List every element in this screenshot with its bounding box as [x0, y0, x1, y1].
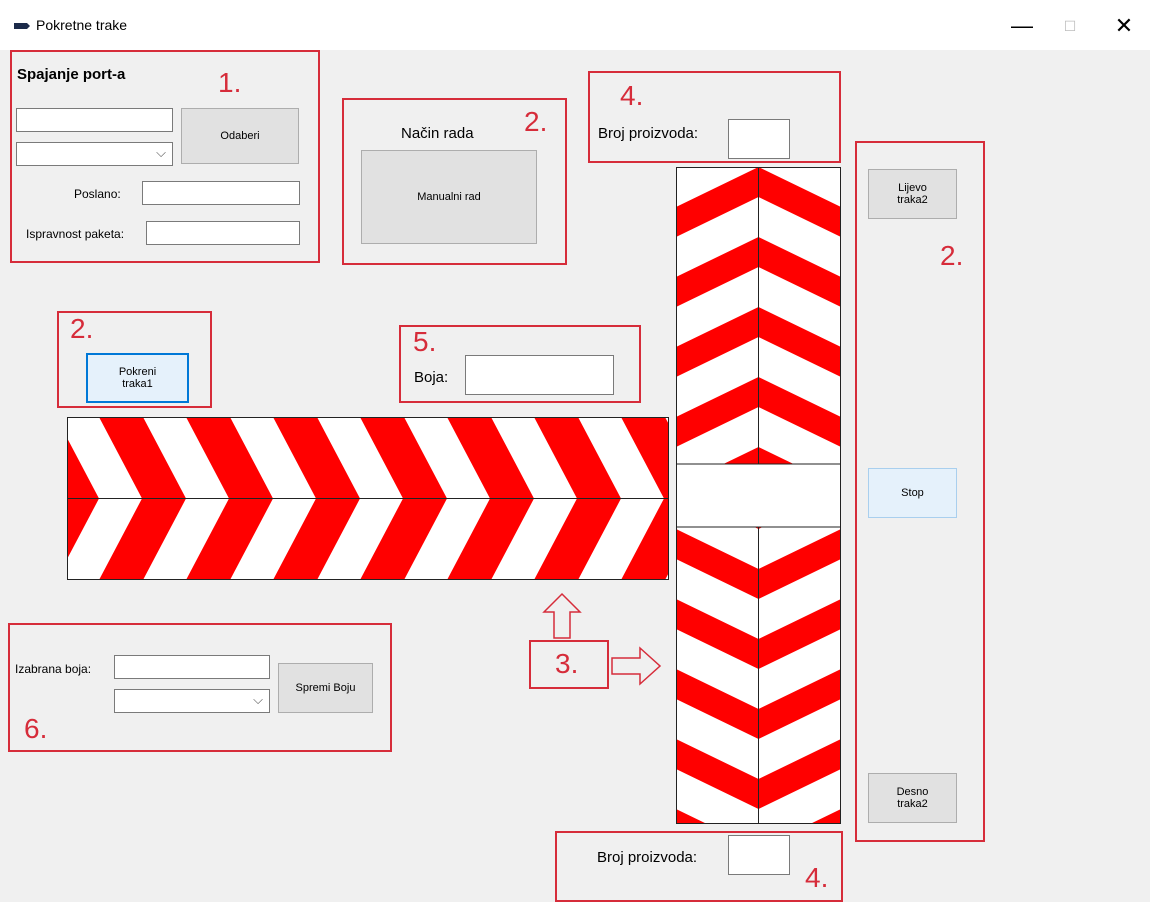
arrow-right-icon: [611, 646, 662, 686]
sent-field[interactable]: [142, 181, 300, 205]
chevron-down-icon: ⌵: [156, 145, 166, 160]
annotation-number: 6.: [24, 713, 48, 744]
conveyor-belt-1: [67, 417, 669, 580]
start-belt1-label-1: Pokreni: [118, 366, 157, 378]
maximize-button[interactable]: ☐: [1050, 6, 1090, 46]
conveyor-belt-2: [676, 167, 841, 824]
top-counter-field[interactable]: [728, 119, 790, 159]
right-belt2-label-1: Desno: [896, 786, 929, 798]
packet-field[interactable]: [146, 221, 300, 245]
bottom-counter-field[interactable]: [728, 835, 790, 875]
left-belt2-label-1: Lijevo: [898, 182, 927, 194]
save-color-button[interactable]: Spremi Boju: [278, 663, 373, 713]
chosen-color-label: Izabrana boja:: [15, 662, 92, 676]
annotation-number: 5.: [413, 326, 437, 357]
mode-label: Način rada: [401, 125, 474, 142]
annotation-number: 1.: [218, 67, 242, 98]
annotation-number: 2.: [940, 240, 964, 271]
window-title: Pokretne trake: [36, 17, 128, 33]
bottom-counter-group: [555, 831, 843, 902]
select-port-button[interactable]: Odaberi: [181, 108, 299, 164]
right-belt2-label-2: traka2: [897, 798, 928, 810]
annotation-number: 2.: [70, 313, 94, 344]
top-counter-label: Broj proizvoda:: [598, 125, 699, 142]
port-heading: Spajanje port-a: [17, 66, 126, 83]
chosen-color-field[interactable]: [114, 655, 270, 679]
close-button[interactable]: ✕: [1104, 6, 1144, 46]
bottom-counter-label: Broj proizvoda:: [597, 849, 698, 866]
port-input[interactable]: [16, 108, 173, 132]
minimize-button[interactable]: —: [1002, 6, 1042, 46]
packet-label: Ispravnost paketa:: [26, 227, 125, 241]
annotation-number: 4.: [805, 862, 829, 893]
sent-label: Poslano:: [74, 187, 121, 201]
title-bar: Pokretne trake — ☐ ✕: [0, 0, 1150, 50]
color-combo[interactable]: ⌵: [114, 689, 270, 713]
left-belt2-label-2: traka2: [897, 194, 928, 206]
annotation-number: 3.: [555, 648, 579, 679]
arrow-up-icon: [542, 592, 582, 639]
stop-button[interactable]: Stop: [868, 468, 957, 518]
annotation-number: 4.: [620, 80, 644, 111]
chevron-down-icon: ⌵: [253, 692, 263, 707]
left-belt2-button[interactable]: Lijevo traka2: [868, 169, 957, 219]
manual-mode-button[interactable]: Manualni rad: [361, 150, 537, 244]
color-field[interactable]: [465, 355, 614, 395]
annotation-number: 2.: [524, 106, 548, 137]
start-belt1-label-2: traka1: [122, 378, 153, 390]
app-icon: [14, 23, 30, 29]
start-belt1-button[interactable]: Pokreni traka1: [86, 353, 189, 403]
right-belt2-button[interactable]: Desno traka2: [868, 773, 957, 823]
color-label: Boja:: [414, 369, 449, 386]
port-combo[interactable]: ⌵: [16, 142, 173, 166]
